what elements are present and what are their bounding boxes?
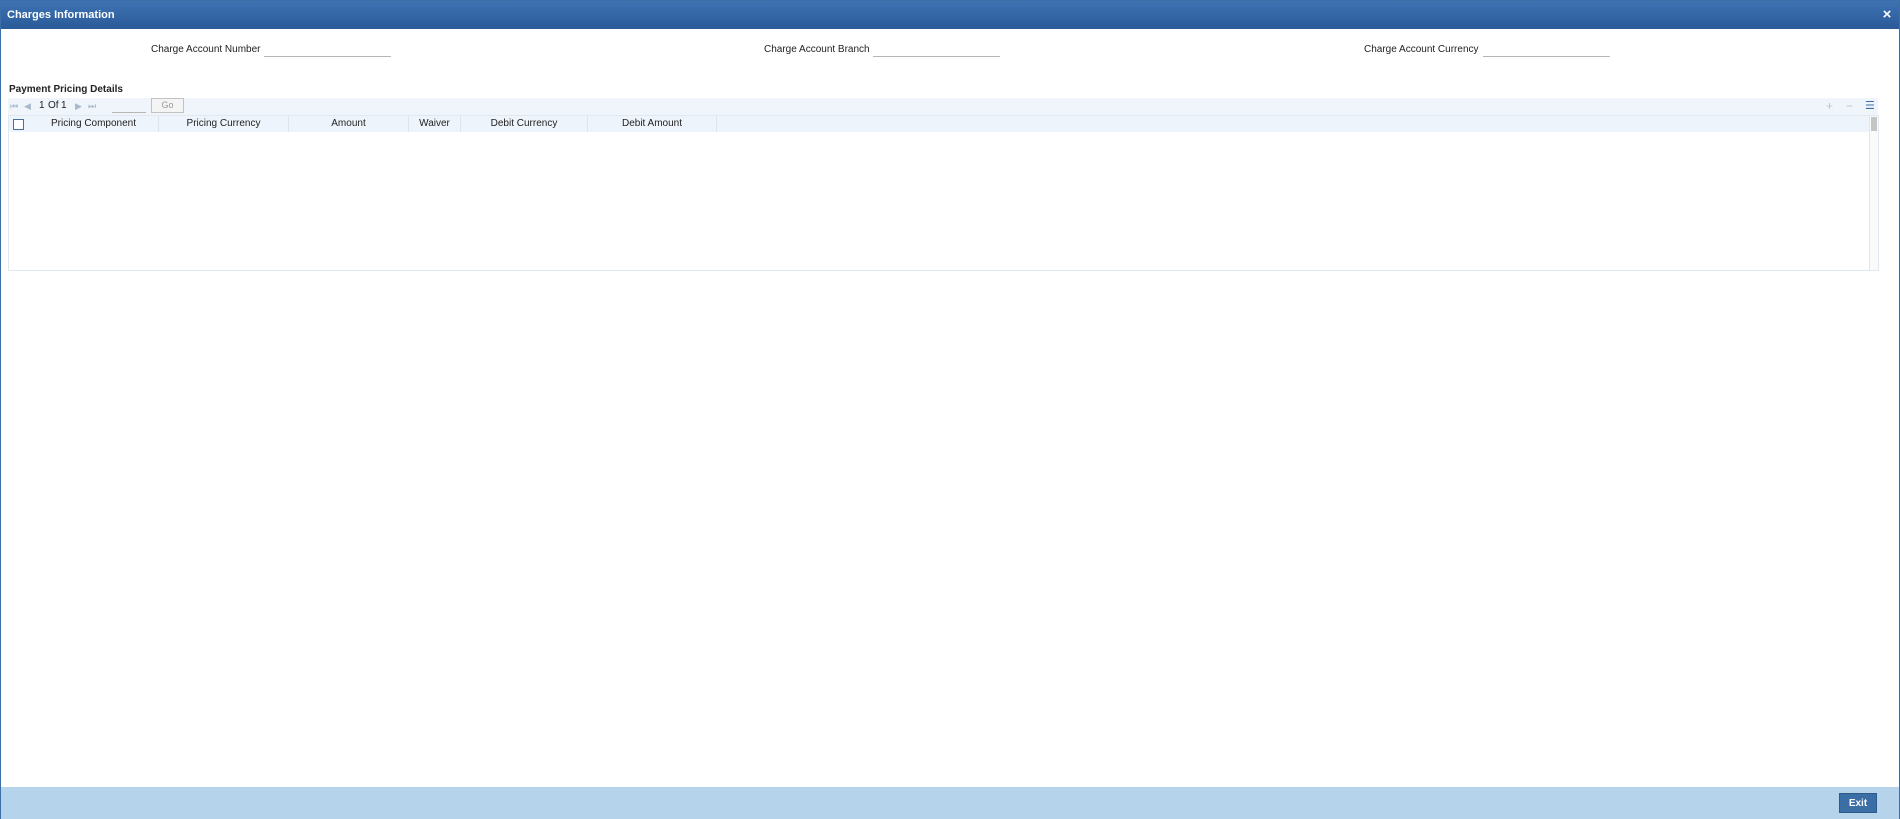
payment-pricing-details-title: Payment Pricing Details [9, 84, 123, 95]
current-page: 1 [39, 100, 45, 111]
page-number-input[interactable] [112, 99, 146, 113]
title-bar: Charges Information × [1, 1, 1899, 29]
grid-toolbar: ⏮ ◀ 1 Of 1 ▶ ⏭ Go + − ☰ [8, 98, 1878, 115]
column-header-debit-amount[interactable]: Debit Amount [588, 116, 717, 132]
grid-scrollbar[interactable] [1869, 116, 1878, 270]
charge-account-branch-label: Charge Account Branch [764, 44, 870, 55]
exit-button[interactable]: Exit [1839, 793, 1877, 813]
column-header-debit-currency[interactable]: Debit Currency [461, 116, 588, 132]
column-header-pricing-component[interactable]: Pricing Component [29, 116, 159, 132]
column-header-waiver[interactable]: Waiver [409, 116, 461, 132]
charge-account-number-label: Charge Account Number [151, 44, 261, 55]
first-page-icon[interactable]: ⏮ [10, 101, 18, 112]
footer-bar: Exit [1, 787, 1899, 819]
go-button[interactable]: Go [151, 98, 184, 113]
column-settings-icon[interactable]: ☰ [1865, 99, 1875, 112]
scrollbar-thumb[interactable] [1871, 117, 1877, 131]
of-label: Of [48, 100, 59, 111]
pricing-details-grid: Pricing Component Pricing Currency Amoun… [8, 115, 1879, 271]
charges-information-window: Charges Information × Charge Account Num… [0, 0, 1900, 819]
window-title: Charges Information [7, 9, 115, 21]
column-header-amount[interactable]: Amount [289, 116, 409, 132]
previous-page-icon[interactable]: ◀ [24, 101, 31, 112]
add-row-icon[interactable]: + [1826, 99, 1833, 113]
charge-account-currency-label: Charge Account Currency [1364, 44, 1479, 55]
last-page-icon[interactable]: ⏭ [88, 101, 96, 112]
charge-account-branch-input[interactable] [873, 42, 1000, 57]
delete-row-icon[interactable]: − [1846, 99, 1853, 113]
select-all-checkbox[interactable] [13, 119, 24, 130]
column-header-pricing-currency[interactable]: Pricing Currency [159, 116, 289, 132]
grid-header: Pricing Component Pricing Currency Amoun… [9, 116, 1869, 132]
total-pages: 1 [61, 100, 67, 111]
charge-account-currency-input[interactable] [1483, 42, 1610, 57]
charge-account-number-input[interactable] [264, 42, 391, 57]
close-icon[interactable]: × [1879, 7, 1895, 23]
next-page-icon[interactable]: ▶ [75, 101, 82, 112]
